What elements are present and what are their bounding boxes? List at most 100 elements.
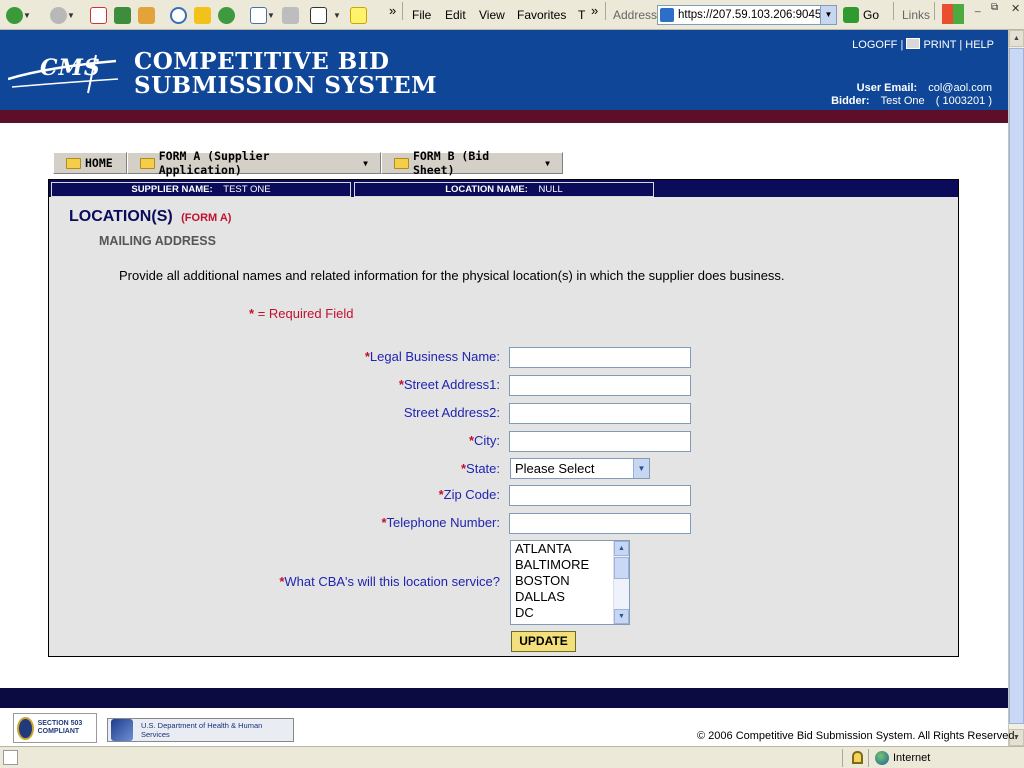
scroll-up-arrow-icon[interactable]: ▲: [1009, 30, 1024, 47]
messenger-button[interactable]: [350, 5, 367, 25]
forward-button[interactable]: ▼: [50, 5, 75, 25]
page-subtitle: (FORM A): [181, 212, 232, 224]
go-label: Go: [863, 8, 880, 22]
stop-button[interactable]: [90, 5, 107, 25]
page-icon: [660, 8, 674, 22]
toolbar-overflow-chevron[interactable]: »: [389, 0, 396, 20]
cba-option[interactable]: DALLAS: [511, 589, 629, 605]
scroll-down-arrow-icon[interactable]: ▼: [614, 609, 629, 624]
location-name-value: NULL: [538, 184, 563, 195]
chevron-down-icon: ▼: [67, 10, 75, 20]
cba-scrollbar[interactable]: ▲ ▼: [613, 541, 629, 624]
zip-code-input[interactable]: [509, 485, 691, 506]
city-input[interactable]: [509, 431, 691, 452]
print-toolbar-button[interactable]: [282, 5, 299, 25]
site-title-line2: SUBMISSION SYSTEM: [134, 72, 438, 99]
update-button[interactable]: UPDATE: [511, 631, 576, 652]
folder-icon: [66, 157, 81, 169]
address-label: Address: [613, 8, 658, 22]
minimize-button[interactable]: _: [975, 2, 981, 13]
footer-bar: [0, 688, 1008, 708]
help-link[interactable]: HELP: [965, 39, 994, 51]
search-button[interactable]: [170, 5, 187, 25]
home-button[interactable]: [138, 5, 155, 25]
phone-row: *Telephone Number:: [49, 513, 958, 535]
street-address1-input[interactable]: [509, 375, 691, 396]
tab-label: FORM B (Bid Sheet): [412, 149, 490, 177]
refresh-button[interactable]: [114, 5, 131, 25]
address-bar[interactable]: https://207.59.103.206:9045 ▼: [657, 5, 837, 25]
badge-508-text: SECTION 503 COMPLIANT: [37, 720, 83, 735]
location-name-cell: LOCATION NAME: NULL: [354, 182, 654, 197]
globe-icon: [875, 751, 889, 765]
phone-label: *Telephone Number:: [381, 515, 500, 530]
scroll-up-arrow-icon[interactable]: ▲: [614, 541, 629, 556]
menu-favorites[interactable]: Favorites: [517, 8, 566, 22]
menu-tools[interactable]: T: [578, 8, 585, 22]
site-title: COMPETITIVE BID SUBMISSION SYSTEM: [134, 50, 437, 98]
separator: |: [959, 39, 963, 51]
page-scrollbar[interactable]: ▲ ▼: [1008, 30, 1024, 746]
cba-option[interactable]: BOSTON: [511, 573, 629, 589]
legal-name-label: *Legal Business Name:: [364, 349, 500, 364]
print-link[interactable]: PRINT: [923, 39, 956, 51]
street1-label: *Street Address1:: [398, 377, 500, 392]
scroll-thumb[interactable]: [1009, 48, 1024, 724]
windows-logo-icon: [940, 2, 966, 26]
cms-logo-text: CMS: [40, 55, 101, 81]
menu-view[interactable]: View: [479, 8, 505, 22]
lock-icon[interactable]: [852, 751, 863, 764]
supplier-name-value: TEST ONE: [223, 184, 271, 195]
cba-option[interactable]: BALTIMORE: [511, 557, 629, 573]
header-stripe: [0, 110, 1008, 123]
menu-file[interactable]: File: [412, 8, 431, 22]
page-description: Provide all additional names and related…: [119, 268, 785, 283]
cms-logo: CMS: [7, 53, 120, 95]
telephone-input[interactable]: [509, 513, 691, 534]
folder-icon: [140, 157, 155, 169]
info-bar: SUPPLIER NAME: TEST ONE LOCATION NAME: N…: [49, 180, 958, 197]
go-arrow-icon: [843, 7, 859, 23]
scroll-thumb[interactable]: [614, 557, 629, 579]
cba-option[interactable]: DC: [511, 605, 629, 621]
cba-multiselect[interactable]: ATLANTA BALTIMORE BOSTON DALLAS DC ▲ ▼: [510, 540, 630, 625]
word-icon: [310, 6, 327, 24]
forward-arrow-icon: [50, 6, 67, 24]
printer-icon: [906, 38, 921, 49]
legal-name-row: *Legal Business Name:: [49, 347, 958, 369]
user-info: User Email: col@aol.com Bidder: Test One…: [831, 82, 992, 108]
mail-button[interactable]: ▼: [250, 5, 275, 25]
favorites-button[interactable]: [194, 5, 211, 25]
street-address2-input[interactable]: [509, 403, 691, 424]
menu-overflow-chevron[interactable]: »: [591, 0, 598, 20]
supplier-name-cell: SUPPLIER NAME: TEST ONE: [51, 182, 351, 197]
page-done-icon: [3, 750, 18, 765]
menu-edit[interactable]: Edit: [445, 8, 466, 22]
links-label[interactable]: Links: [902, 8, 930, 22]
history-button[interactable]: [218, 5, 235, 25]
address-value: https://207.59.103.206:9045: [678, 9, 822, 21]
logoff-link[interactable]: LOGOFF: [852, 39, 897, 51]
cba-option[interactable]: ATLANTA: [511, 541, 629, 557]
bidder-name: Test One: [880, 95, 925, 107]
restore-button[interactable]: ⧉: [991, 2, 998, 13]
chevron-down-icon: ▼: [267, 10, 275, 20]
site-header: CMS COMPETITIVE BID SUBMISSION SYSTEM LO…: [0, 30, 1008, 110]
search-icon: [170, 6, 187, 24]
close-icon[interactable]: ✕: [1011, 2, 1020, 15]
chevron-down-icon[interactable]: ▼: [633, 459, 649, 478]
chevron-down-icon: ▼: [363, 158, 368, 168]
zip-label: *Zip Code:: [438, 487, 500, 502]
hhs-logo[interactable]: U.S. Department of Health & Human Servic…: [107, 718, 294, 742]
cba-row: *What CBA's will this location service?: [49, 572, 958, 594]
tab-home[interactable]: HOME: [53, 152, 127, 174]
section-508-badge[interactable]: SECTION 503 COMPLIANT: [13, 713, 97, 743]
go-button[interactable]: Go: [843, 5, 879, 25]
tab-form-a[interactable]: FORM A (Supplier Application) ▼: [127, 149, 381, 177]
chevron-down-icon[interactable]: ▼: [820, 6, 836, 24]
tab-form-b[interactable]: FORM B (Bid Sheet) ▼: [381, 149, 563, 177]
edit-button[interactable]: ▼: [310, 5, 341, 25]
state-select[interactable]: Please Select ▼: [510, 458, 650, 479]
legal-business-name-input[interactable]: [509, 347, 691, 368]
back-button[interactable]: ▼: [6, 5, 31, 25]
